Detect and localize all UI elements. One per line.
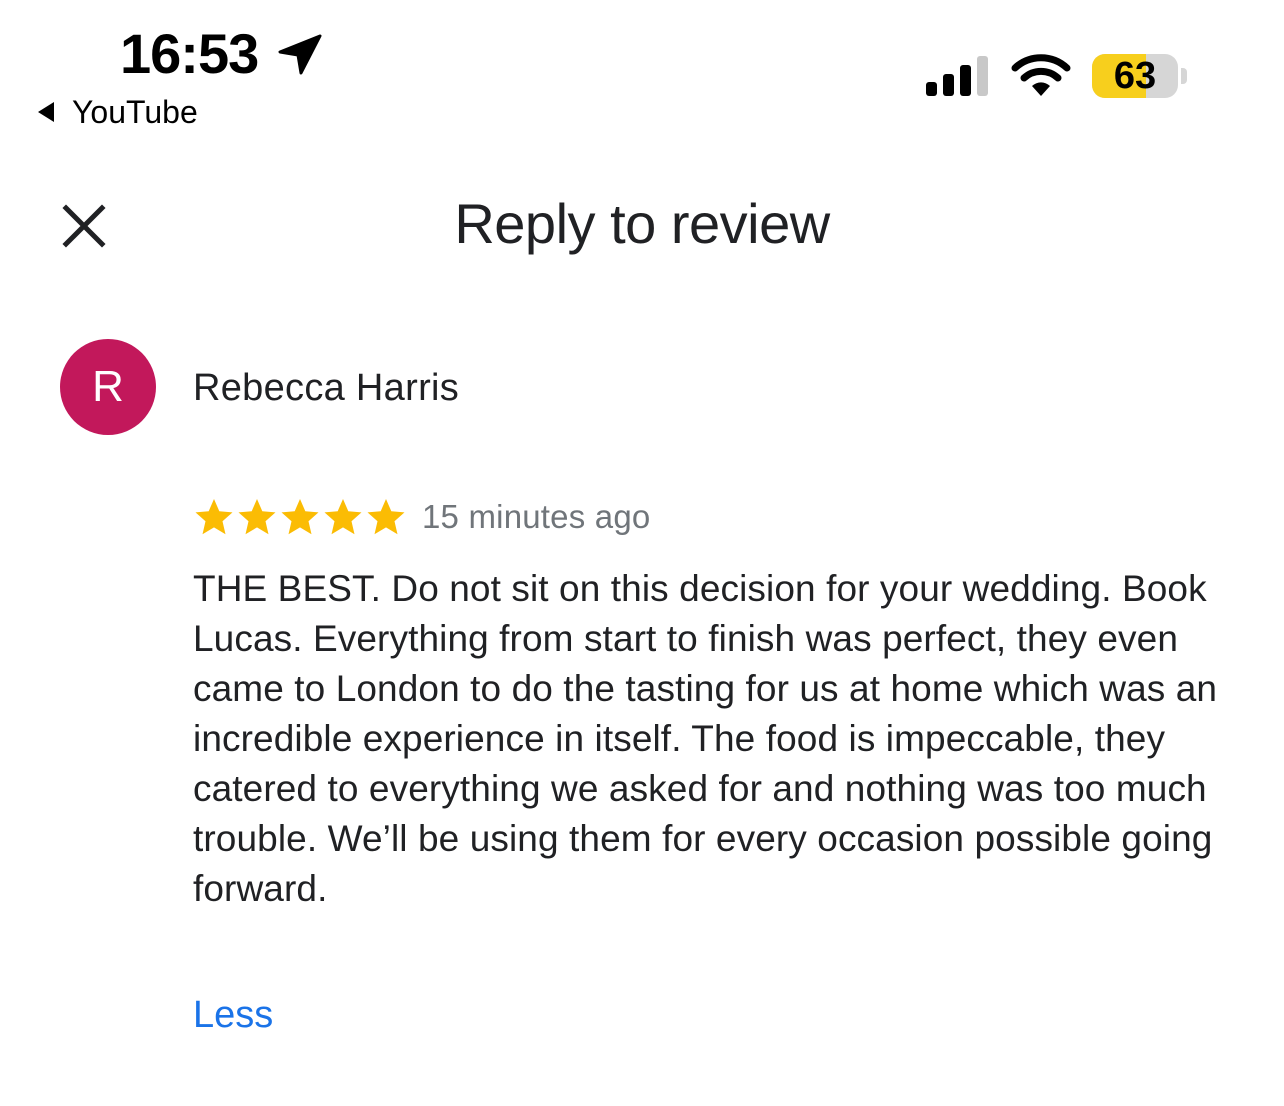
battery-icon: 63 xyxy=(1092,54,1178,98)
page-title: Reply to review xyxy=(454,192,830,255)
rating-row: 15 minutes ago xyxy=(193,494,650,540)
reviewer-name: Rebecca Harris xyxy=(193,367,460,409)
back-triangle-icon xyxy=(38,102,54,122)
star-icon xyxy=(367,499,405,535)
star-icon xyxy=(195,499,233,535)
review-text: THE BEST. Do not sit on this decision fo… xyxy=(193,568,1218,909)
location-arrow-icon xyxy=(278,34,322,75)
battery-tip xyxy=(1181,68,1187,84)
back-app-label: YouTube xyxy=(72,94,198,130)
star-icon xyxy=(281,499,319,535)
review-time: 15 minutes ago xyxy=(422,498,651,535)
avatar: R xyxy=(60,339,156,435)
less-link[interactable]: Less xyxy=(193,990,273,1040)
back-to-app-button[interactable]: YouTube xyxy=(38,92,198,132)
battery-level: 63 xyxy=(1113,55,1157,97)
status-time: 16:53 xyxy=(120,22,259,85)
star-rating xyxy=(193,497,408,537)
star-icon xyxy=(324,499,362,535)
signal-icon xyxy=(926,56,988,96)
star-icon xyxy=(238,499,276,535)
wifi-icon xyxy=(1011,54,1071,96)
